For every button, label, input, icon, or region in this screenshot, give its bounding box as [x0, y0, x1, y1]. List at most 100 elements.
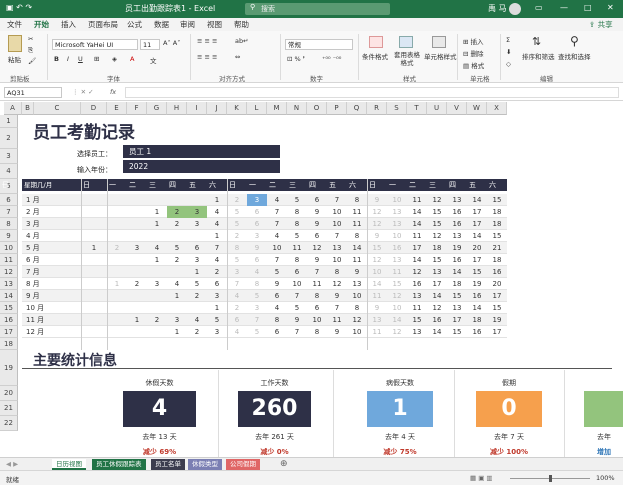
day-cell[interactable]: 2 — [107, 242, 127, 254]
day-cell[interactable]: 3 — [207, 290, 227, 302]
formula-cancel-icon[interactable]: ⋮ ✕ ✓ — [72, 88, 94, 96]
day-cell[interactable]: 11 — [367, 290, 387, 302]
day-cell[interactable]: 13 — [327, 242, 347, 254]
sort-filter-icon[interactable]: ⇅ — [532, 35, 541, 48]
column-header[interactable]: J — [207, 102, 227, 115]
borders-icon[interactable]: ⊞ — [94, 55, 99, 63]
number-format-select[interactable]: 常规 — [285, 39, 353, 50]
employee-select[interactable]: 员工 1 — [123, 145, 280, 158]
day-cell[interactable]: 3 — [127, 242, 147, 254]
day-cell[interactable]: 3 — [247, 194, 267, 206]
day-cell[interactable]: 6 — [247, 218, 267, 230]
share-button[interactable]: ⇪ 共享 — [589, 19, 613, 30]
phonetic-icon[interactable]: 文 — [150, 55, 157, 65]
day-cell[interactable] — [81, 206, 107, 218]
day-cell[interactable]: 12 — [427, 230, 447, 242]
day-cell[interactable]: 13 — [447, 302, 467, 314]
wrap-text-icon[interactable]: ab↵ — [235, 37, 249, 45]
row-header[interactable]: 8 — [0, 218, 18, 230]
day-cell[interactable] — [81, 314, 107, 326]
day-cell[interactable]: 15 — [467, 266, 487, 278]
day-cell[interactable]: 14 — [427, 290, 447, 302]
font-size-select[interactable]: 11 — [140, 39, 160, 50]
day-cell[interactable]: 3 — [187, 218, 207, 230]
day-cell[interactable]: 5 — [227, 206, 247, 218]
day-cell[interactable] — [127, 266, 147, 278]
row-header[interactable]: 14 — [0, 290, 18, 302]
day-cell[interactable]: 6 — [247, 206, 267, 218]
day-cell[interactable]: 8 — [287, 254, 307, 266]
day-cell[interactable]: 10 — [267, 242, 287, 254]
row-header[interactable]: 10 — [0, 242, 18, 254]
day-cell[interactable]: 2 — [187, 326, 207, 338]
day-cell[interactable]: 15 — [427, 254, 447, 266]
day-cell[interactable]: 13 — [387, 206, 407, 218]
day-cell[interactable]: 13 — [447, 230, 467, 242]
day-cell[interactable]: 14 — [407, 206, 427, 218]
day-cell[interactable]: 6 — [187, 242, 207, 254]
column-header[interactable]: H — [167, 102, 187, 115]
year-input[interactable]: 2022 — [123, 160, 280, 173]
day-cell[interactable]: 14 — [467, 194, 487, 206]
day-cell[interactable]: 7 — [327, 194, 347, 206]
font-color-icon[interactable]: A — [130, 55, 134, 63]
day-cell[interactable]: 16 — [407, 278, 427, 290]
day-cell[interactable]: 15 — [427, 218, 447, 230]
day-cell[interactable] — [127, 194, 147, 206]
tab-file[interactable]: 文件 — [7, 19, 22, 30]
row-header[interactable]: 1 — [0, 115, 18, 128]
row-header[interactable]: 6 — [0, 194, 18, 206]
format-cells-button[interactable]: ▤ 格式 — [463, 60, 484, 70]
day-cell[interactable]: 2 — [227, 230, 247, 242]
column-header[interactable]: B — [22, 102, 34, 115]
day-cell[interactable]: 3 — [227, 266, 247, 278]
column-header[interactable]: F — [127, 102, 147, 115]
day-cell[interactable]: 14 — [447, 266, 467, 278]
day-cell[interactable]: 16 — [487, 266, 507, 278]
day-cell[interactable]: 8 — [347, 194, 367, 206]
day-cell[interactable] — [187, 230, 207, 242]
day-cell[interactable]: 9 — [267, 278, 287, 290]
day-cell[interactable]: 9 — [307, 206, 327, 218]
day-cell[interactable]: 9 — [287, 314, 307, 326]
day-cell[interactable]: 10 — [327, 206, 347, 218]
column-header[interactable]: Q — [347, 102, 367, 115]
day-cell[interactable]: 8 — [227, 242, 247, 254]
day-cell[interactable]: 10 — [347, 326, 367, 338]
delete-cells-button[interactable]: ⊟ 删除 — [463, 48, 484, 58]
day-cell[interactable] — [127, 230, 147, 242]
day-cell[interactable]: 2 — [167, 206, 187, 218]
day-cell[interactable]: 20 — [487, 278, 507, 290]
day-cell[interactable]: 12 — [387, 326, 407, 338]
day-cell[interactable]: 12 — [327, 278, 347, 290]
day-cell[interactable]: 7 — [267, 206, 287, 218]
cut-icon[interactable]: ✂ — [28, 35, 33, 43]
day-cell[interactable]: 12 — [427, 194, 447, 206]
day-cell[interactable]: 8 — [287, 206, 307, 218]
day-cell[interactable]: 8 — [307, 326, 327, 338]
find-icon[interactable]: ⚲ — [570, 34, 579, 48]
day-cell[interactable]: 5 — [187, 278, 207, 290]
day-cell[interactable]: 6 — [247, 254, 267, 266]
day-cell[interactable]: 7 — [307, 266, 327, 278]
day-cell[interactable]: 3 — [147, 278, 167, 290]
tab-view[interactable]: 视图 — [207, 19, 222, 30]
format-painter-icon[interactable]: 🖌 — [28, 57, 36, 65]
column-header[interactable]: L — [247, 102, 267, 115]
column-header[interactable]: P — [327, 102, 347, 115]
day-cell[interactable]: 12 — [427, 302, 447, 314]
day-cell[interactable]: 7 — [267, 254, 287, 266]
day-cell[interactable]: 1 — [167, 290, 187, 302]
day-cell[interactable]: 8 — [287, 218, 307, 230]
day-cell[interactable]: 15 — [487, 230, 507, 242]
day-cell[interactable] — [167, 230, 187, 242]
day-cell[interactable]: 18 — [487, 218, 507, 230]
day-cell[interactable] — [81, 302, 107, 314]
row-header[interactable]: 19 — [0, 350, 18, 386]
day-cell[interactable] — [187, 302, 207, 314]
tab-formulas[interactable]: 公式 — [127, 19, 142, 30]
tab-scroll-icon[interactable]: ◀ ▶ — [6, 460, 18, 468]
day-cell[interactable]: 11 — [367, 326, 387, 338]
day-cell[interactable]: 2 — [127, 278, 147, 290]
day-cell[interactable]: 16 — [427, 314, 447, 326]
